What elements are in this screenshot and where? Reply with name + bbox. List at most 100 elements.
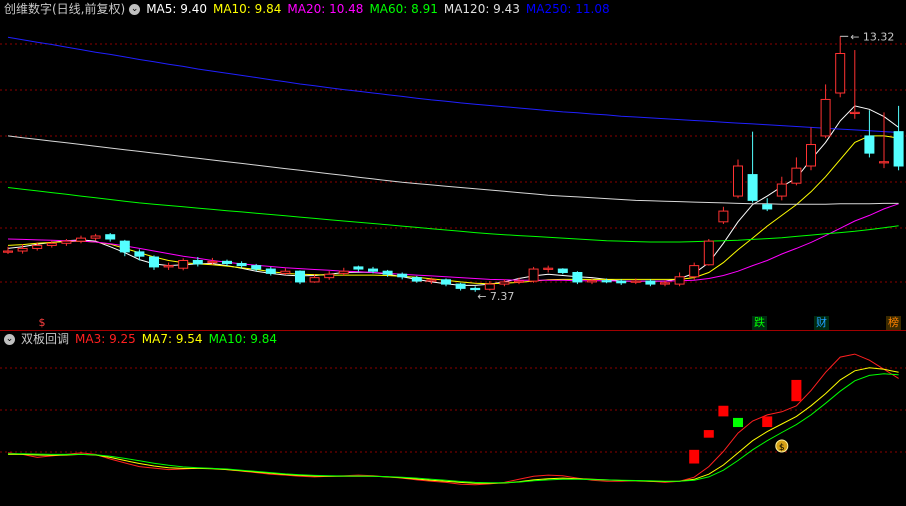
candle-down	[353, 266, 364, 270]
candle-down	[295, 270, 305, 283]
signal-bar	[703, 430, 714, 438]
candle-down	[572, 271, 583, 283]
candle-up	[718, 210, 729, 223]
low-price-label: ← 7.37	[477, 290, 514, 303]
upper-indicator-5: MA250: 11.08	[525, 2, 610, 16]
candle-up	[324, 273, 335, 279]
candle-down	[397, 273, 408, 278]
ma-line-ma120	[7, 135, 899, 205]
candle-up	[733, 165, 743, 197]
upper-ma-lines	[7, 36, 899, 286]
candle-up	[630, 280, 641, 283]
candle-up	[587, 280, 597, 283]
candle-up	[528, 268, 539, 282]
chart-markers: ← 13.32 ← 7.37 $ $	[39, 30, 895, 453]
signal-bar	[718, 405, 729, 417]
candle-up	[484, 283, 495, 290]
candle-up	[660, 282, 670, 285]
signal-bar	[791, 379, 802, 402]
ma-line-ma60	[7, 187, 899, 243]
candle-up	[879, 161, 889, 164]
candle-down	[411, 277, 422, 282]
candle-up	[689, 265, 700, 278]
candles	[3, 36, 904, 292]
candle-up	[61, 240, 72, 244]
candle-down	[149, 256, 159, 268]
coin-icon-glyph: $	[779, 443, 785, 453]
candle-up	[280, 270, 291, 274]
ma-line-ma250	[7, 36, 899, 133]
ma-line-ma20	[7, 203, 899, 282]
candle-down	[864, 135, 875, 154]
candle-down	[192, 259, 203, 265]
candle-down	[265, 268, 276, 274]
candle-up	[791, 167, 802, 184]
candle-down	[557, 268, 568, 273]
candle-up	[338, 270, 349, 274]
event-tag-0[interactable]: 跌	[752, 316, 767, 330]
candle-down	[222, 260, 232, 264]
indicator-title: 双板回调	[21, 332, 70, 346]
candle-up	[820, 98, 831, 137]
candle-up	[76, 237, 86, 242]
candle-up	[207, 260, 218, 264]
candle-down	[616, 280, 627, 284]
upper-indicator-1: MA10: 9.84	[212, 2, 282, 16]
event-tag-1[interactable]: 财	[814, 316, 829, 330]
candle-up	[17, 247, 28, 252]
candle-up	[703, 240, 714, 266]
chevron-down-icon[interactable]: ⌄	[4, 333, 15, 345]
chevron-down-icon[interactable]: ⌄	[129, 3, 141, 15]
candle-up	[806, 144, 816, 167]
candle-down	[747, 174, 758, 201]
candle-up	[776, 183, 787, 197]
candle-down	[762, 204, 773, 210]
stock-title: 创维数字(日线,前复权)	[4, 2, 126, 16]
candle-down	[645, 280, 656, 285]
high-price-label: ← 13.32	[850, 30, 894, 43]
candle-down	[105, 234, 116, 240]
event-tag-2[interactable]: 榜	[886, 316, 901, 330]
candle-up	[163, 265, 174, 268]
stock-chart-window: ← 13.32 ← 7.37 $ $ 创维数字(日线,前复权) ⌄ MA5: 9.40…	[0, 0, 906, 506]
candle-up	[835, 52, 846, 94]
upper-indicator-list: MA5: 9.40 MA10: 9.84 MA20: 10.48 MA60: 8.91…	[146, 0, 615, 18]
signal-bar	[733, 417, 743, 428]
lower-indicator-1: MA7: 9.54	[141, 332, 203, 346]
candle-up	[426, 279, 437, 282]
candle-down	[893, 131, 904, 167]
chart-canvas: ← 13.32 ← 7.37 $ $	[0, 30, 906, 486]
candle-up	[674, 276, 685, 285]
ma-line-ma5	[7, 105, 899, 286]
s-signal-icon: $	[39, 316, 46, 329]
candle-down	[455, 283, 466, 289]
candle-down	[236, 262, 247, 267]
lower-indicator-0: MA3: 9.25	[75, 332, 136, 346]
candle-up	[46, 242, 57, 246]
upper-indicator-4: MA120: 9.43	[443, 2, 520, 16]
candle-down	[251, 265, 262, 270]
candle-up	[514, 280, 524, 283]
lower-indicator-2: MA10: 9.84	[208, 332, 277, 346]
signal-bar	[762, 416, 773, 428]
candle-down	[119, 240, 130, 253]
candle-up	[543, 267, 554, 270]
upper-panel-header: 创维数字(日线,前复权) ⌄ MA5: 9.40 MA10: 9.84 MA20: …	[0, 0, 616, 18]
upper-indicator-0: MA5: 9.40	[146, 2, 207, 16]
candle-down	[368, 268, 378, 272]
signal-bar	[689, 449, 700, 464]
candle-down	[441, 279, 451, 285]
candle-up	[90, 235, 101, 239]
candle-down	[601, 280, 612, 283]
candle-up	[309, 277, 320, 283]
candle-up	[849, 111, 860, 115]
candle-up	[32, 244, 43, 249]
candle-up	[499, 281, 510, 285]
candle-up	[178, 259, 189, 269]
upper-indicator-2: MA20: 10.48	[287, 2, 364, 16]
candle-up	[3, 250, 13, 253]
candle-down	[134, 251, 145, 257]
lower-panel-header: ⌄ 双板回调 MA3: 9.25 MA7: 9.54 MA10: 9.84	[0, 330, 283, 348]
upper-indicator-3: MA60: 8.91	[369, 2, 438, 16]
lower-indicator-list: MA3: 9.25 MA7: 9.54 MA10: 9.84	[75, 330, 283, 348]
